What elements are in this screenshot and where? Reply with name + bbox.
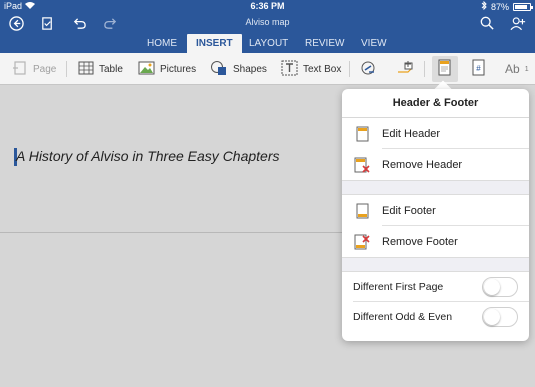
remove-header-label: Remove Header bbox=[382, 158, 463, 171]
link-button[interactable] bbox=[360, 59, 378, 79]
header-footer-popover: Header & Footer Edit Header Remove Heade… bbox=[342, 89, 529, 341]
ribbon-divider bbox=[349, 61, 350, 77]
toggle-knob bbox=[484, 279, 500, 295]
edit-header-button[interactable]: Edit Header bbox=[342, 118, 529, 149]
remove-footer-icon bbox=[342, 234, 382, 250]
edit-footer-button[interactable]: Edit Footer bbox=[342, 195, 529, 226]
edit-header-icon bbox=[342, 126, 382, 142]
header-footer-button[interactable] bbox=[437, 59, 452, 79]
table-icon bbox=[78, 61, 94, 78]
pictures-button[interactable]: Pictures bbox=[138, 59, 196, 79]
toggle-knob bbox=[484, 309, 500, 325]
battery-icon bbox=[513, 2, 533, 11]
remove-footer-button[interactable]: Remove Footer bbox=[342, 226, 529, 257]
section-gap bbox=[342, 257, 529, 272]
tab-layout[interactable]: LAYOUT bbox=[240, 34, 297, 53]
textbox-button[interactable]: Text Box bbox=[281, 59, 341, 79]
tab-review[interactable]: REVIEW bbox=[296, 34, 353, 53]
edit-footer-label: Edit Footer bbox=[382, 204, 436, 217]
textbox-icon bbox=[281, 60, 298, 79]
different-odd-even-toggle[interactable] bbox=[482, 307, 518, 327]
shapes-button[interactable]: Shapes bbox=[210, 59, 267, 79]
different-first-page-label: Different First Page bbox=[353, 281, 444, 293]
page-icon bbox=[12, 60, 28, 79]
header-footer-icon bbox=[437, 59, 452, 79]
wordart-superscript-icon: 1 bbox=[524, 65, 529, 73]
remove-header-icon bbox=[342, 157, 382, 173]
insert-ribbon: Page Table Pictures Shapes Text Box # Ab… bbox=[0, 53, 535, 85]
page-label: Page bbox=[33, 63, 57, 75]
shapes-label: Shapes bbox=[233, 63, 267, 75]
svg-text:#: # bbox=[476, 64, 481, 73]
popover-title: Header & Footer bbox=[342, 89, 529, 118]
different-odd-even-label: Different Odd & Even bbox=[353, 311, 453, 323]
textbox-label: Text Box bbox=[303, 63, 342, 75]
edit-footer-icon bbox=[342, 203, 382, 219]
status-bar: iPad 6:36 PM 87% bbox=[0, 0, 535, 13]
wordart-label: Ab bbox=[505, 62, 520, 76]
page-number-icon: # bbox=[471, 59, 486, 79]
tab-view[interactable]: VIEW bbox=[352, 34, 396, 53]
ribbon-divider bbox=[424, 61, 425, 77]
remove-header-button[interactable]: Remove Header bbox=[342, 149, 529, 180]
comment-button[interactable] bbox=[396, 59, 415, 79]
link-icon bbox=[360, 60, 378, 79]
shapes-icon bbox=[210, 60, 228, 79]
tab-insert[interactable]: INSERT bbox=[187, 34, 242, 53]
ribbon-tabs: HOME INSERT LAYOUT REVIEW VIEW bbox=[0, 34, 535, 53]
title-bar: iPad 6:36 PM 87% Alviso map HOME INSERT … bbox=[0, 0, 535, 53]
page-break-line bbox=[0, 232, 345, 233]
edit-header-label: Edit Header bbox=[382, 127, 441, 140]
different-odd-even-row: Different Odd & Even bbox=[342, 302, 529, 332]
page-number-button[interactable]: # bbox=[471, 59, 486, 79]
different-first-page-toggle[interactable] bbox=[482, 277, 518, 297]
clock: 6:36 PM bbox=[250, 1, 285, 11]
comment-icon bbox=[396, 60, 415, 79]
table-label: Table bbox=[99, 63, 123, 75]
pictures-label: Pictures bbox=[160, 63, 197, 75]
different-first-page-row: Different First Page bbox=[342, 272, 529, 302]
pictures-icon bbox=[138, 61, 155, 78]
document-heading[interactable]: A History of Alviso in Three Easy Chapte… bbox=[16, 148, 280, 164]
page-button[interactable]: Page bbox=[12, 59, 56, 79]
section-gap bbox=[342, 180, 529, 195]
battery-percent: 87% bbox=[490, 1, 509, 12]
remove-footer-label: Remove Footer bbox=[382, 235, 458, 248]
wordart-button[interactable]: Ab 1 bbox=[505, 59, 529, 79]
bluetooth-icon bbox=[481, 0, 487, 12]
document-title: Alviso map bbox=[245, 17, 290, 27]
table-button[interactable]: Table bbox=[78, 59, 123, 79]
ribbon-divider bbox=[66, 61, 67, 77]
tab-home[interactable]: HOME bbox=[138, 34, 186, 53]
